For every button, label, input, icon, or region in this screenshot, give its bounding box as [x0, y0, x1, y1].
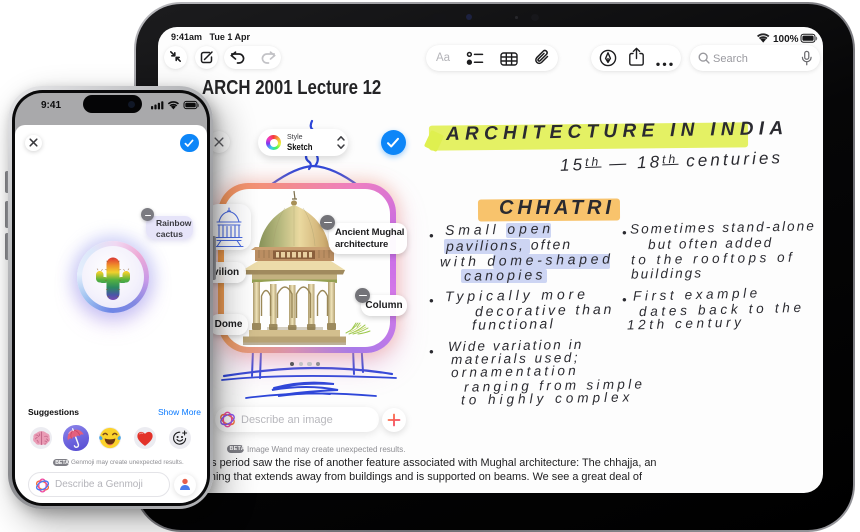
svg-text:100%: 100% — [773, 34, 799, 44]
